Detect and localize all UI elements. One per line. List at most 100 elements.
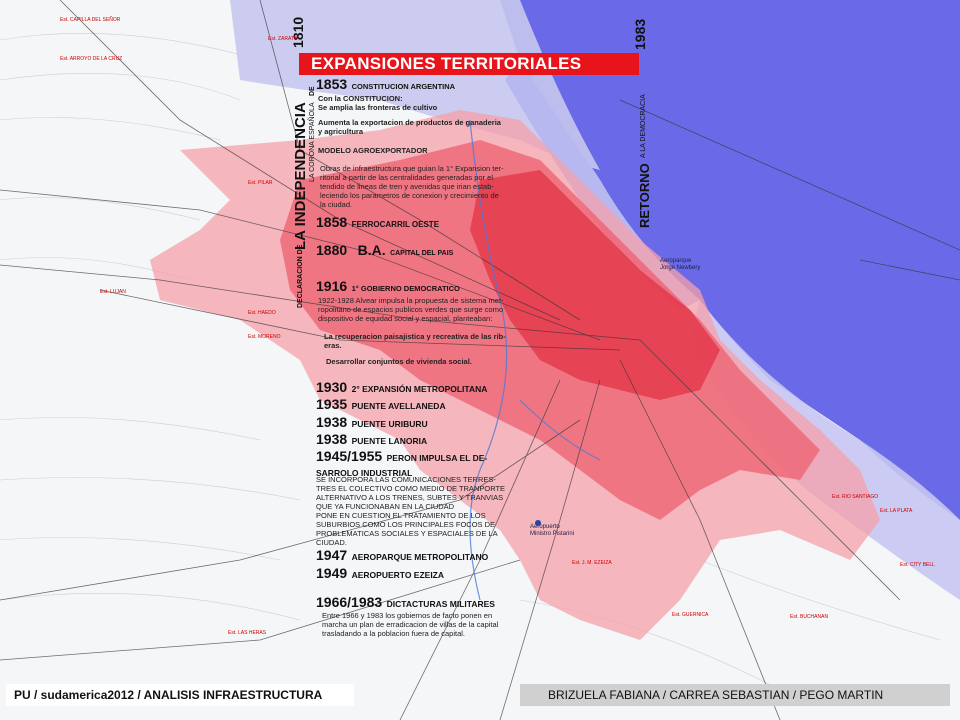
text-line: La recuperacion paisajistica y recreativ… xyxy=(324,332,506,341)
text-line: PROBLEMATICAS SOCIALES Y ESPACIALES DE L… xyxy=(316,529,498,538)
footer-left: PU / sudamerica2012 / ANALISIS INFRAESTR… xyxy=(6,684,354,706)
obras-text: Obras de infraestructura que guian la 1°… xyxy=(320,164,504,209)
entry-label: PUENTE LANORIA xyxy=(351,436,428,446)
year-1983: 1983 xyxy=(632,18,648,50)
year-text: 1938 xyxy=(316,414,348,430)
place-label: Est. LAS HERAS xyxy=(228,630,267,636)
line: Desarrollar conjuntos de vivienda social… xyxy=(326,357,472,366)
retorno-label: RETORNO xyxy=(637,163,652,228)
entry-1935: 1935 PUENTE AVELLANEDA xyxy=(316,396,446,414)
title-bar: EXPANSIONES TERRITORIALES xyxy=(299,53,639,75)
footer-right: BRIZUELA FABIANA / CARREA SEBASTIAN / PE… xyxy=(520,684,950,706)
year-text: 1858 xyxy=(316,214,348,230)
place-label: Est. MORENO xyxy=(248,334,281,340)
text-line: ALTERNATIVO A LOS TRENES, SUBTES Y TRANV… xyxy=(316,493,504,502)
entry-1880: 1880 B.A. CAPITAL DEL PAIS xyxy=(316,242,453,260)
entry-1930: 1930 2° EXPANSIÓN METROPOLITANA xyxy=(316,379,487,397)
footer-left-text: PU / sudamerica2012 / ANALISIS INFRAESTR… xyxy=(14,688,323,702)
line: Aumenta la exportacion de productos de g… xyxy=(318,118,501,127)
place-label: Est. CAPILLA DEL SEÑOR xyxy=(60,17,121,23)
line: MODELO AGROEXPORTADOR xyxy=(318,146,428,155)
text-line: SE INCORPORA LAS COMUNICACIONES TERRES- xyxy=(316,475,496,484)
text-line: Obras de infraestructura que guian la 1°… xyxy=(320,164,504,173)
dictaduras-text: Entre 1966 y 1983 los gobiernos de facto… xyxy=(322,611,498,638)
constitucion-text: Con la CONSTITUCION: Se amplia las front… xyxy=(318,94,437,112)
recuperacion-text: La recuperacion paisajistica y recreativ… xyxy=(324,332,506,350)
place-label: Est. HAEDO xyxy=(248,310,276,316)
peron-text: SE INCORPORA LAS COMUNICACIONES TERRES- T… xyxy=(316,475,505,547)
title-text: EXPANSIONES TERRITORIALES xyxy=(311,54,582,73)
place-label: Est. RIO SANTIAGO xyxy=(832,494,879,500)
text-line: Ministro Pistarini xyxy=(530,531,575,537)
entry-label: 1° GOBIERNO DEMOCRATICO xyxy=(351,284,460,293)
year-text: 1966/1983 xyxy=(316,594,383,610)
place-label: Est. CITY BELL xyxy=(900,562,935,568)
text-line: leciendo los parametros de conexion y cr… xyxy=(320,191,499,200)
entry-label: CONSTITUCION ARGENTINA xyxy=(351,82,456,91)
place-label: Est. BUCHANAN xyxy=(790,614,829,620)
entry-label: PERON IMPULSA EL DE- xyxy=(386,453,488,463)
year-text: 1949 xyxy=(316,565,348,581)
entry-label: DICTACTURAS MILITARES xyxy=(386,599,495,609)
entry-label: CAPITAL DEL PAIS xyxy=(390,250,454,257)
year-text: 1935 xyxy=(316,396,348,412)
aeropuerto-label: Aeropuerto Ministro Pistarini xyxy=(530,524,574,538)
entry-label: PUENTE URIBURU xyxy=(351,419,428,429)
desarrollo-text: Desarrollar conjuntos de vivienda social… xyxy=(326,357,472,366)
place-label: Est. LUJAN xyxy=(100,289,126,295)
airport-marker xyxy=(535,520,541,526)
text-line: 1922-1928 Alvear impulsa la propuesta de… xyxy=(318,296,504,305)
footer-right-text: BRIZUELA FABIANA / CARREA SEBASTIAN / PE… xyxy=(548,688,884,702)
entry-1949: 1949 AEROPUERTO EZEIZA xyxy=(316,565,444,583)
year-text: 1938 xyxy=(316,431,348,447)
entry-label: FERROCARRIL OESTE xyxy=(351,220,440,229)
entry-label: PUENTE AVELLANEDA xyxy=(351,401,446,411)
entry-label: AEROPUERTO EZEIZA xyxy=(351,570,445,580)
text-line: QUE YA FUNCIONABAN EN LA CIUDAD xyxy=(316,502,455,511)
aeroparque-label: Aeroparque Jorge Newbery xyxy=(660,258,700,272)
year-text: 1916 xyxy=(316,278,348,294)
text-line: Jorge Newbery xyxy=(660,265,701,271)
text-line: TRES EL COLECTIVO COMO MEDIO DE TRANPORT… xyxy=(316,484,506,493)
text-line: trasladando a la poblacion fuera de capi… xyxy=(322,629,466,638)
text-line: CIUDAD. xyxy=(316,538,347,547)
text-line: la ciudad. xyxy=(320,200,353,209)
line: Con la CONSTITUCION: xyxy=(318,94,403,103)
year-text: 1930 xyxy=(316,379,348,395)
entry-1853: 1853 CONSTITUCION ARGENTINA xyxy=(316,76,455,94)
alvear-text: 1922-1928 Alvear impulsa la propuesta de… xyxy=(318,296,504,323)
text-line: ritorial a partir de las centralidades g… xyxy=(320,173,494,182)
line: y agricultura xyxy=(318,127,364,136)
year-text: 1853 xyxy=(316,76,348,92)
entry-1938b: 1938 PUENTE LANORIA xyxy=(316,431,427,449)
place-label: Est. ARROYO DE LA CRUZ xyxy=(60,56,123,62)
place-label: Est. LA PLATA xyxy=(880,508,913,514)
year-1810: 1810 xyxy=(290,16,306,48)
ba-text: B.A. xyxy=(357,242,386,258)
entry-1947: 1947 AEROPARQUE METROPOLITANO xyxy=(316,547,488,565)
exportacion-text: Aumenta la exportacion de productos de g… xyxy=(318,118,501,136)
corona-label: LA CORONA ESPAÑOLA xyxy=(309,102,316,182)
entry-1938a: 1938 PUENTE URIBURU xyxy=(316,414,428,432)
year-text: 1945/1955 xyxy=(316,448,383,464)
text-line: eras. xyxy=(324,341,342,350)
entry-1858: 1858 FERROCARRIL OESTE xyxy=(316,214,439,232)
text-line: tendido de lineas de tren y avenidas que… xyxy=(320,182,494,191)
year-text: 1947 xyxy=(316,547,348,563)
entry-label: AEROPARQUE METROPOLITANO xyxy=(351,552,489,562)
declaracion-de-label: DECLARACION DE xyxy=(297,244,304,308)
year-text: 1880 xyxy=(316,242,348,258)
entry-1966: 1966/1983 DICTACTURAS MILITARES xyxy=(316,594,495,612)
text-line: SUBURBIOS COMO LOS PRINCIPALES FOCOS DE xyxy=(316,520,496,529)
place-label: Est. GUERNICA xyxy=(672,612,709,618)
place-label: Est. ZARATE xyxy=(268,36,298,42)
text-line: dispositivo de equidad social y espacial… xyxy=(318,314,493,323)
place-label: Est. J. M. EZEIZA xyxy=(572,560,612,566)
text-line: Aeroparque xyxy=(660,258,692,264)
line: Se amplia las fronteras de cultivo xyxy=(318,103,438,112)
entry-label: 2° EXPANSIÓN METROPOLITANA xyxy=(351,384,488,394)
entry-1916: 1916 1° GOBIERNO DEMOCRATICO xyxy=(316,278,460,296)
independencia-label: LA INDEPENDENCIA xyxy=(292,102,309,250)
text-line: PONE EN CUESTION EL TRATAMIENTO DE LOS xyxy=(316,511,486,520)
de-label: DE xyxy=(309,86,316,96)
